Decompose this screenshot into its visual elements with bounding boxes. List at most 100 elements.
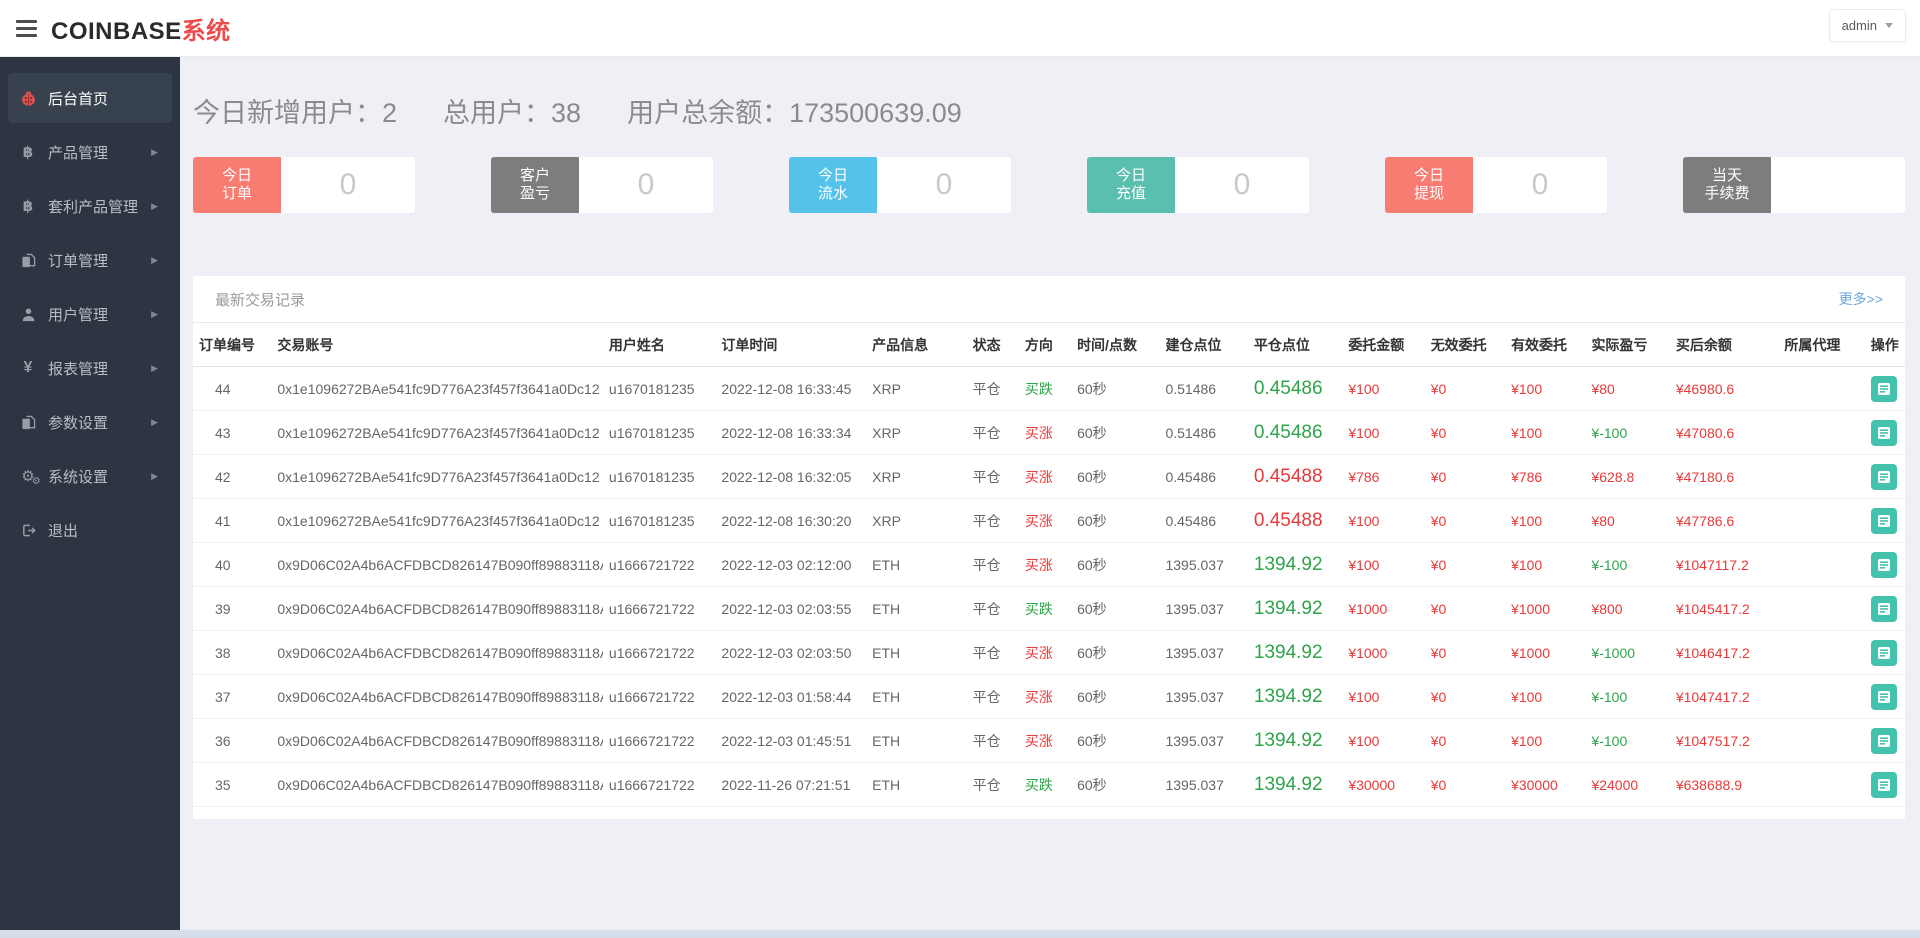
cell-agent	[1778, 542, 1865, 587]
cell-actions	[1864, 366, 1905, 411]
cell-product: ETH	[866, 630, 967, 675]
cell-valid-amount: ¥1000	[1505, 586, 1586, 631]
stat-card: 当天 手续费	[1683, 157, 1905, 213]
detail-button[interactable]	[1870, 771, 1897, 798]
sidebar-item-icon: ฿	[22, 198, 34, 215]
cell-after-balance: ¥1047417.2	[1669, 674, 1779, 719]
chevron-right-icon: ▶	[151, 146, 158, 157]
column-header: 建仓点位	[1159, 322, 1248, 367]
cell-account: 0x9D06C02A4b6ACFDBCD826147B090ff89883118…	[271, 718, 603, 763]
sidebar-item-label: 产品管理	[48, 144, 109, 162]
cell-direction: 买跌	[1018, 762, 1072, 807]
brand-text: COINBASE	[51, 17, 182, 45]
cell-actual-profit: ¥-100	[1585, 410, 1670, 455]
cell-order-amount: ¥100	[1342, 410, 1425, 455]
cell-order-amount: ¥1000	[1342, 586, 1425, 631]
cell-status: 平仓	[966, 586, 1019, 631]
detail-button[interactable]	[1870, 419, 1897, 446]
sidebar-item[interactable]: 用户管理 ▶	[0, 289, 180, 339]
cell-actions	[1864, 586, 1905, 631]
detail-button[interactable]	[1870, 551, 1897, 578]
cell-period: 60秒	[1071, 674, 1160, 719]
menu-toggle-icon[interactable]	[16, 19, 37, 37]
stat-card: 今日 提现 0	[1385, 157, 1607, 213]
column-header: 平仓点位	[1247, 322, 1343, 367]
stat-card-value: 0	[579, 157, 713, 213]
sidebar-item[interactable]: 退出	[0, 505, 180, 555]
chevron-right-icon: ▶	[151, 470, 158, 481]
cell-close-price: 1394.92	[1247, 542, 1343, 587]
sidebar-item-label: 后台首页	[48, 90, 109, 108]
table-row: 35 0x9D06C02A4b6ACFDBCD826147B090ff89883…	[193, 762, 1905, 807]
chevron-right-icon: ▶	[151, 362, 158, 373]
sidebar-item-icon	[18, 523, 38, 538]
stat-text: 今日新增用户：2	[193, 98, 398, 128]
cell-username: u1666721722	[602, 542, 716, 587]
cell-actual-profit: ¥-1000	[1585, 630, 1670, 675]
cell-valid-amount: ¥100	[1505, 718, 1586, 763]
cell-order-time: 2022-12-03 01:45:51	[715, 718, 867, 763]
sidebar-item[interactable]: ฿ 产品管理 ▶	[0, 127, 180, 177]
cell-username: u1670181235	[602, 498, 716, 543]
cell-close-price: 1394.92	[1247, 762, 1343, 807]
chevron-right-icon: ▶	[151, 200, 158, 211]
sidebar-item-label: 用户管理	[48, 306, 109, 324]
cell-order-time: 2022-12-03 02:12:00	[715, 542, 867, 587]
stat-card-label: 当天 手续费	[1683, 157, 1771, 213]
column-header: 状态	[966, 322, 1019, 367]
cell-account: 0x1e1096272BAe541fc9D776A23f457f3641a0Dc…	[271, 410, 603, 455]
detail-button[interactable]	[1870, 375, 1897, 402]
cell-open-price: 0.51486	[1159, 366, 1248, 411]
cell-order-time: 2022-11-26 07:21:51	[715, 762, 867, 807]
detail-list-icon	[1877, 558, 1890, 571]
cell-actual-profit: ¥-100	[1585, 674, 1670, 719]
column-header: 实际盈亏	[1585, 322, 1670, 367]
cell-order-id: 38	[193, 630, 272, 675]
more-link[interactable]: 更多>>	[1839, 289, 1883, 309]
cell-product: ETH	[866, 718, 967, 763]
detail-button[interactable]	[1870, 595, 1897, 622]
admin-dropdown[interactable]: admin	[1828, 9, 1906, 42]
table-row: 40 0x9D06C02A4b6ACFDBCD826147B090ff89883…	[193, 542, 1905, 587]
cell-actual-profit: ¥80	[1585, 366, 1670, 411]
cell-order-amount: ¥100	[1342, 718, 1425, 763]
cell-open-price: 0.51486	[1159, 410, 1248, 455]
stat-card-value: 0	[281, 157, 415, 213]
detail-button[interactable]	[1870, 507, 1897, 534]
cell-agent	[1778, 762, 1865, 807]
cell-product: ETH	[866, 542, 967, 587]
sidebar-item[interactable]: ⚙ ⚙ 系统设置 ▶	[0, 451, 180, 501]
horizontal-scrollbar[interactable]	[0, 930, 1920, 938]
detail-button[interactable]	[1870, 639, 1897, 666]
sidebar-item[interactable]: 后台首页	[8, 73, 172, 123]
column-header: 方向	[1018, 322, 1072, 367]
cell-account: 0x1e1096272BAe541fc9D776A23f457f3641a0Dc…	[271, 366, 603, 411]
cell-account: 0x9D06C02A4b6ACFDBCD826147B090ff89883118…	[271, 674, 603, 719]
chevron-right-icon: ▶	[151, 254, 158, 265]
cell-username: u1666721722	[602, 718, 716, 763]
cell-actions	[1864, 674, 1905, 719]
detail-list-icon	[1877, 514, 1890, 527]
detail-button[interactable]	[1870, 727, 1897, 754]
sidebar-item[interactable]: ¥ 报表管理 ▶	[0, 343, 180, 393]
cell-status: 平仓	[966, 762, 1019, 807]
cell-agent	[1778, 674, 1865, 719]
table-row: 38 0x9D06C02A4b6ACFDBCD826147B090ff89883…	[193, 630, 1905, 675]
stat-text: 用户总余额：173500639.09	[627, 98, 962, 128]
cell-direction: 买涨	[1018, 718, 1072, 763]
detail-button[interactable]	[1870, 463, 1897, 490]
detail-button[interactable]	[1870, 683, 1897, 710]
sidebar-item[interactable]: 订单管理 ▶	[0, 235, 180, 285]
cell-period: 60秒	[1071, 454, 1160, 499]
sidebar-item[interactable]: 参数设置 ▶	[0, 397, 180, 447]
cell-invalid-amount: ¥0	[1424, 410, 1506, 455]
cell-invalid-amount: ¥0	[1424, 762, 1506, 807]
column-header: 订单时间	[715, 322, 867, 367]
cell-order-id: 35	[193, 762, 272, 807]
cell-username: u1670181235	[602, 410, 716, 455]
cell-order-id: 42	[193, 454, 272, 499]
cell-username: u1670181235	[602, 454, 716, 499]
sidebar-item[interactable]: ฿ 套利产品管理 ▶	[0, 181, 180, 231]
stat-card-label: 今日 充值	[1087, 157, 1175, 213]
cell-invalid-amount: ¥0	[1424, 630, 1506, 675]
